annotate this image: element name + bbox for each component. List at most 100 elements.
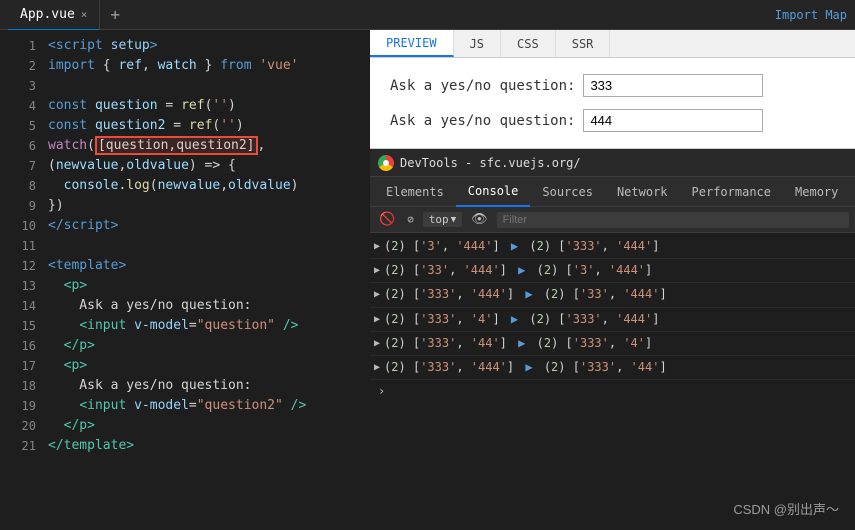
devtools-tab-console[interactable]: Console <box>456 177 531 207</box>
question-input[interactable] <box>583 74 763 97</box>
line-content: console.log(newvalue,oldvalue) <box>48 176 299 196</box>
chevron-down-icon: ▼ <box>451 215 456 225</box>
tab-preview[interactable]: PREVIEW <box>370 30 454 57</box>
tab-filename: App.vue <box>20 7 75 22</box>
tab-app-vue[interactable]: App.vue × <box>8 0 100 30</box>
line-num: 2 <box>8 56 36 75</box>
code-line: 4 const question = ref('') <box>0 96 370 116</box>
filter-icon[interactable]: ⊘ <box>404 211 417 228</box>
console-text: (2) ['333', '444'] ▶ (2) ['33', '444'] <box>384 285 667 304</box>
top-bar: App.vue × + Import Map <box>0 0 855 30</box>
line-num: 18 <box>8 376 36 395</box>
line-content: const question2 = ref('') <box>48 116 244 136</box>
tab-ssr[interactable]: SSR <box>556 30 611 57</box>
devtools-tab-elements[interactable]: Elements <box>374 177 456 207</box>
devtools-tab-sources[interactable]: Sources <box>530 177 605 207</box>
tab-add-button[interactable]: + <box>100 5 130 24</box>
expand-arrow[interactable]: ▶ <box>374 334 380 352</box>
input-label-2: Ask a yes/no question: <box>390 113 575 129</box>
code-line: 5 const question2 = ref('') <box>0 116 370 136</box>
line-num: 19 <box>8 396 36 415</box>
line-content: watch([question,question2], <box>48 136 265 156</box>
tab-js[interactable]: JS <box>454 30 501 57</box>
devtools-toolbar: 🚫 ⊘ top ▼ 👁 <box>370 207 855 233</box>
code-line: 17 <p> <box>0 356 370 376</box>
tab-css[interactable]: CSS <box>501 30 556 57</box>
line-content: <p> <box>48 356 87 376</box>
devtools-tab-memory[interactable]: Memory <box>783 177 850 207</box>
line-content: </p> <box>48 336 95 356</box>
question2-input[interactable] <box>583 109 763 132</box>
line-num: 16 <box>8 336 36 355</box>
code-line: 20 </p> <box>0 416 370 436</box>
right-panel: PREVIEW JS CSS SSR Ask a yes/no question… <box>370 30 855 462</box>
code-line: 8 console.log(newvalue,oldvalue) <box>0 176 370 196</box>
expand-arrow[interactable]: ▶ <box>374 310 380 328</box>
line-num: 17 <box>8 356 36 375</box>
line-num: 3 <box>8 76 36 95</box>
line-num: 15 <box>8 316 36 335</box>
code-line: 3 <box>0 76 370 96</box>
line-num: 9 <box>8 196 36 215</box>
code-line: 11 <box>0 236 370 256</box>
chrome-icon <box>378 155 394 171</box>
expand-arrow[interactable]: ▶ <box>374 285 380 303</box>
prompt-caret: › <box>378 384 385 398</box>
line-content: import { ref, watch } from 'vue' <box>48 56 299 76</box>
input-row-2: Ask a yes/no question: <box>390 109 835 132</box>
console-text: (2) ['333', '4'] ▶ (2) ['333', '444'] <box>384 310 659 329</box>
expand-arrow[interactable]: ▶ <box>374 237 380 255</box>
code-line: 7 (newvalue,oldvalue) => { <box>0 156 370 176</box>
console-text: (2) ['33', '444'] ▶ (2) ['3', '444'] <box>384 261 652 280</box>
import-map-button[interactable]: Import Map <box>775 8 847 22</box>
code-line: 15 <input v-model="question" /> <box>0 316 370 336</box>
console-filter-input[interactable] <box>497 212 849 228</box>
line-content: </script> <box>48 216 118 236</box>
eye-icon[interactable]: 👁 <box>468 210 491 229</box>
code-lines: 1 <script setup> 2 import { ref, watch }… <box>0 30 370 462</box>
devtools-tab-performance[interactable]: Performance <box>680 177 783 207</box>
line-num: 1 <box>8 36 36 55</box>
line-num: 10 <box>8 216 36 235</box>
code-line: 19 <input v-model="question2" /> <box>0 396 370 416</box>
console-prompt: › <box>370 380 855 402</box>
code-line: 2 import { ref, watch } from 'vue' <box>0 56 370 76</box>
input-label-1: Ask a yes/no question: <box>390 78 575 94</box>
code-line: 16 </p> <box>0 336 370 356</box>
console-line: ▶ (2) ['333', '4'] ▶ (2) ['333', '444'] <box>370 308 855 332</box>
watermark: CSDN @别出声～ <box>733 499 839 518</box>
ban-icon[interactable]: 🚫 <box>376 210 398 229</box>
line-content: </template> <box>48 436 134 456</box>
line-num: 14 <box>8 296 36 315</box>
preview-tabs: PREVIEW JS CSS SSR <box>370 30 855 58</box>
devtools-tab-network[interactable]: Network <box>605 177 680 207</box>
log-level-selector[interactable]: top ▼ <box>423 212 462 227</box>
console-line: ▶ (2) ['3', '444'] ▶ (2) ['333', '444'] <box>370 235 855 259</box>
devtools-console: ▶ (2) ['3', '444'] ▶ (2) ['333', '444'] … <box>370 233 855 462</box>
expand-arrow[interactable]: ▶ <box>374 261 380 279</box>
code-editor: 1 <script setup> 2 import { ref, watch }… <box>0 30 370 462</box>
console-text: (2) ['3', '444'] ▶ (2) ['333', '444'] <box>384 237 659 256</box>
line-num: 11 <box>8 236 36 255</box>
line-content: Ask a yes/no question: <box>48 376 252 396</box>
tab-close-icon[interactable]: × <box>81 8 88 21</box>
line-num: 13 <box>8 276 36 295</box>
code-line: 14 Ask a yes/no question: <box>0 296 370 316</box>
line-content: <template> <box>48 256 126 276</box>
code-line: 1 <script setup> <box>0 36 370 56</box>
line-content <box>48 76 56 96</box>
code-line: 21 </template> <box>0 436 370 456</box>
line-content: <input v-model="question" /> <box>48 316 299 336</box>
line-num: 12 <box>8 256 36 275</box>
console-line: ▶ (2) ['333', '444'] ▶ (2) ['33', '444'] <box>370 283 855 307</box>
line-content <box>48 236 56 256</box>
code-line: 10 </script> <box>0 216 370 236</box>
expand-arrow[interactable]: ▶ <box>374 358 380 376</box>
main-content: 1 <script setup> 2 import { ref, watch }… <box>0 30 855 462</box>
line-num: 20 <box>8 416 36 435</box>
level-label: top <box>429 213 449 226</box>
code-line: 6 watch([question,question2], <box>0 136 370 156</box>
code-line: 12 <template> <box>0 256 370 276</box>
devtools-tabs: Elements Console Sources Network Perform… <box>370 177 855 207</box>
line-num: 7 <box>8 156 36 175</box>
